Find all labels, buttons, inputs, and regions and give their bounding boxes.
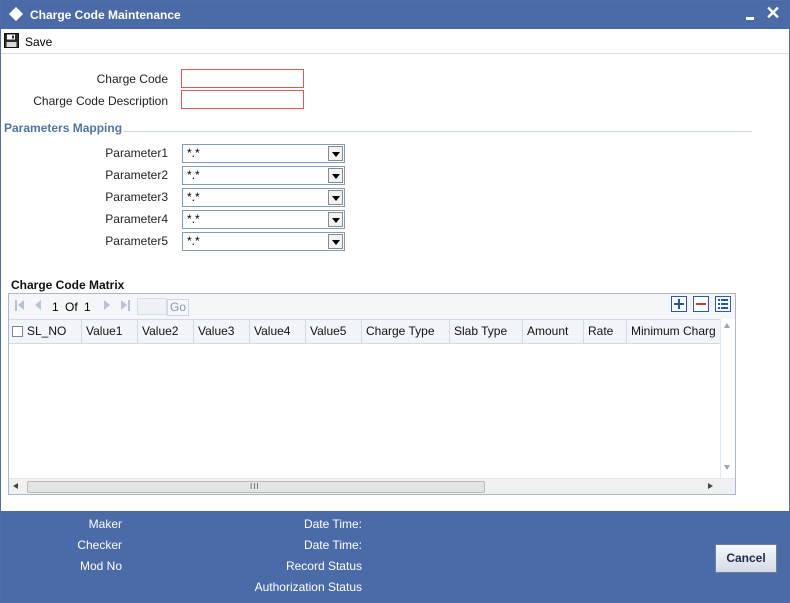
parameter4-value: *.* bbox=[187, 212, 200, 226]
mod-no-label: Mod No bbox=[79, 559, 122, 573]
chevron-down-icon[interactable] bbox=[328, 146, 343, 161]
parameter4-label: Parameter4 bbox=[105, 212, 168, 226]
charge-code-label: Charge Code bbox=[96, 72, 168, 86]
previous-page-icon[interactable] bbox=[33, 300, 43, 311]
checker-label: Checker bbox=[77, 538, 122, 552]
current-page: 1 bbox=[52, 300, 59, 314]
title-bar: Charge Code Maintenance ✕ bbox=[1, 1, 789, 29]
floppy-disk-icon bbox=[4, 33, 19, 48]
parameter1-select[interactable]: *.* bbox=[182, 144, 345, 163]
grid-header-row: SL_NO Value1 Value2 Value3 Value4 Value5… bbox=[9, 319, 720, 344]
column-header-value5[interactable]: Value5 bbox=[306, 320, 362, 343]
parameters-mapping-title: Parameters Mapping bbox=[4, 121, 123, 135]
toolbar: Save bbox=[1, 29, 789, 54]
parameter5-select[interactable]: *.* bbox=[182, 232, 345, 251]
delete-row-icon[interactable] bbox=[693, 296, 709, 312]
go-button[interactable]: Go bbox=[167, 299, 189, 316]
page-number-input[interactable] bbox=[137, 298, 167, 315]
charge-code-matrix-grid: 1 Of 1 Go SL_NO Value1 Value2 Value3 Val… bbox=[8, 293, 736, 495]
parameter5-label: Parameter5 bbox=[105, 234, 168, 248]
grid-vertical-scrollbar[interactable] bbox=[720, 319, 735, 478]
parameter3-select[interactable]: *.* bbox=[182, 188, 345, 207]
add-row-icon[interactable] bbox=[671, 296, 687, 312]
save-label: Save bbox=[25, 35, 53, 49]
column-header-amount[interactable]: Amount bbox=[523, 320, 584, 343]
column-header-value3[interactable]: Value3 bbox=[194, 320, 250, 343]
parameter2-select[interactable]: *.* bbox=[182, 166, 345, 185]
parameter3-label: Parameter3 bbox=[105, 190, 168, 204]
scroll-down-icon[interactable] bbox=[724, 465, 730, 470]
chevron-down-icon[interactable] bbox=[328, 168, 343, 183]
column-header-charge-type[interactable]: Charge Type bbox=[362, 320, 450, 343]
minimize-button[interactable] bbox=[743, 5, 757, 23]
column-header-rate[interactable]: Rate bbox=[584, 320, 627, 343]
page-of-label: Of bbox=[65, 300, 78, 314]
save-button[interactable]: Save bbox=[4, 32, 52, 52]
view-details-icon[interactable] bbox=[715, 296, 731, 312]
scroll-thumb[interactable]: III bbox=[27, 481, 485, 493]
cancel-button[interactable]: Cancel bbox=[715, 544, 777, 573]
column-header-slab-type[interactable]: Slab Type bbox=[450, 320, 523, 343]
column-header-sl-no[interactable]: SL_NO bbox=[9, 320, 82, 343]
section-divider bbox=[124, 131, 752, 132]
charge-code-description-input[interactable] bbox=[181, 90, 304, 109]
maker-label: Maker bbox=[88, 517, 122, 531]
chevron-down-icon[interactable] bbox=[328, 234, 343, 249]
parameter1-value: *.* bbox=[187, 146, 200, 160]
scroll-up-icon[interactable] bbox=[724, 323, 730, 328]
chevron-down-icon[interactable] bbox=[328, 190, 343, 205]
window-diamond-icon bbox=[8, 6, 24, 22]
checker-date-time-label: Date Time: bbox=[303, 538, 362, 552]
parameter3-value: *.* bbox=[187, 190, 200, 204]
record-status-label: Record Status bbox=[285, 559, 362, 573]
charge-code-matrix-title: Charge Code Matrix bbox=[11, 278, 125, 292]
charge-code-maintenance-window: Charge Code Maintenance ✕ Save Charge Co… bbox=[0, 0, 790, 603]
last-page-icon[interactable] bbox=[120, 300, 130, 311]
parameter2-value: *.* bbox=[187, 168, 200, 182]
chevron-down-icon[interactable] bbox=[328, 212, 343, 227]
column-header-minimum-charge[interactable]: Minimum Charg bbox=[627, 320, 720, 343]
scroll-grip: III bbox=[250, 482, 260, 491]
audit-footer: Maker Checker Mod No Date Time: Date Tim… bbox=[1, 511, 789, 602]
grid-pager: 1 Of 1 Go bbox=[9, 294, 735, 319]
select-all-checkbox[interactable] bbox=[12, 326, 23, 337]
parameter4-select[interactable]: *.* bbox=[182, 210, 345, 229]
window-title: Charge Code Maintenance bbox=[30, 8, 181, 22]
scroll-right-icon[interactable] bbox=[708, 483, 713, 489]
authorization-status-label: Authorization Status bbox=[254, 580, 362, 594]
parameter1-label: Parameter1 bbox=[105, 146, 168, 160]
total-pages: 1 bbox=[84, 300, 91, 314]
sl-no-header-label: SL_NO bbox=[27, 324, 67, 338]
scroll-left-icon[interactable] bbox=[13, 483, 18, 489]
parameter5-value: *.* bbox=[187, 234, 200, 248]
column-header-value2[interactable]: Value2 bbox=[138, 320, 194, 343]
close-button[interactable]: ✕ bbox=[765, 3, 781, 23]
charge-code-description-label: Charge Code Description bbox=[33, 94, 168, 108]
next-page-icon[interactable] bbox=[102, 300, 112, 311]
parameter2-label: Parameter2 bbox=[105, 168, 168, 182]
first-page-icon[interactable] bbox=[15, 300, 25, 311]
charge-code-input[interactable] bbox=[181, 69, 304, 88]
column-header-value1[interactable]: Value1 bbox=[82, 320, 138, 343]
maker-date-time-label: Date Time: bbox=[303, 517, 362, 531]
column-header-value4[interactable]: Value4 bbox=[250, 320, 306, 343]
grid-horizontal-scrollbar[interactable]: III bbox=[9, 478, 735, 494]
